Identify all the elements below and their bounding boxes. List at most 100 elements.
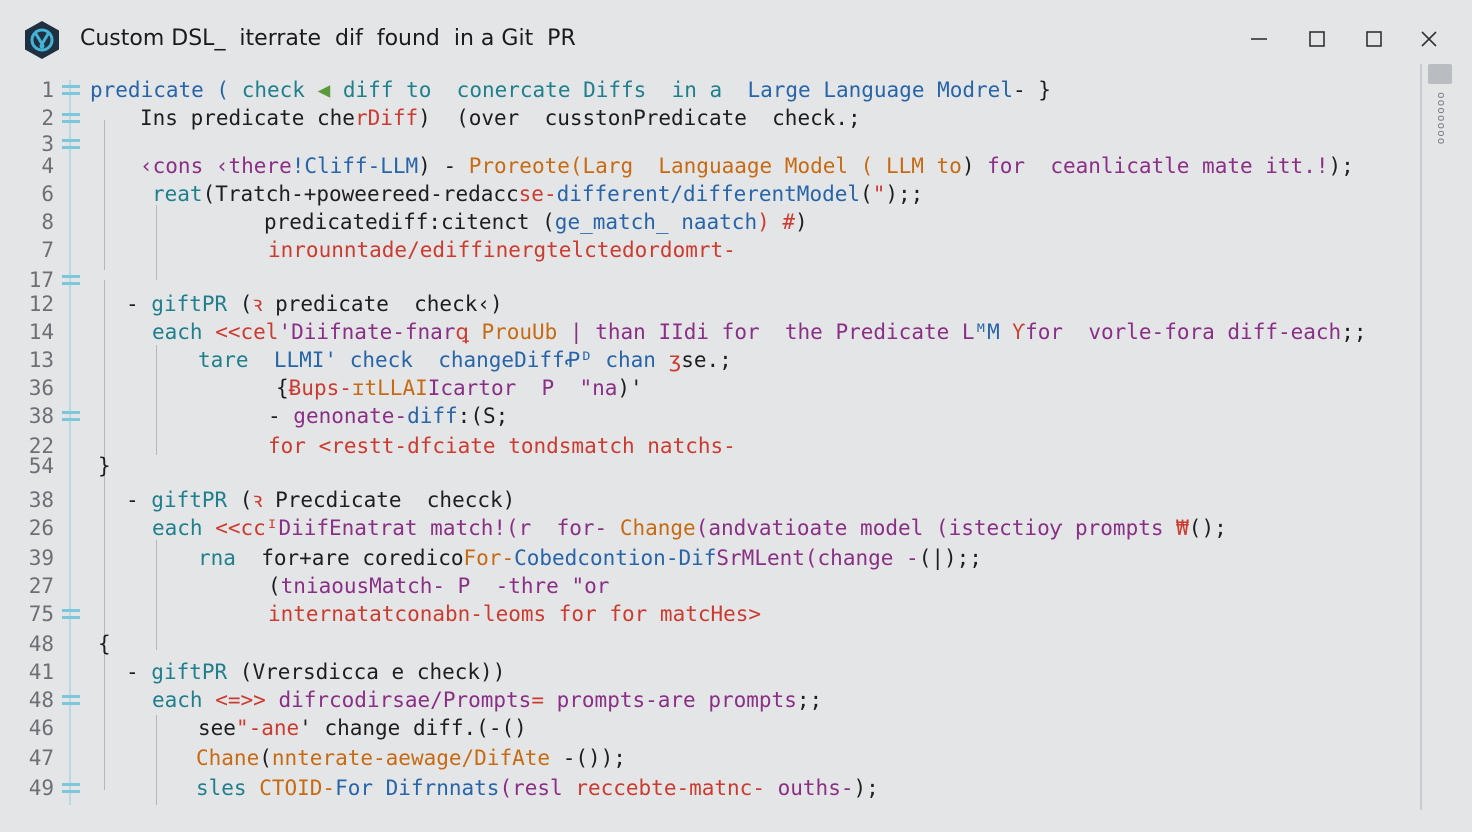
code-token: ‹) [477, 292, 503, 316]
code-token: CTOID- [259, 776, 336, 800]
code-line[interactable]: Chane(nnterate-aewage/DifAte -()); [196, 744, 626, 772]
line-number: 54 [28, 454, 54, 478]
line-number: 7 [41, 238, 54, 262]
code-line[interactable]: inrounntade/ediffinergtelctedordomrt- [268, 236, 736, 264]
code-line[interactable]: } [98, 452, 111, 480]
code-token: ᴹM [974, 320, 1013, 344]
code-token: Proreote(Larg Languaage Model ( LLM to [468, 154, 962, 178]
code-token: e-matnc- [663, 776, 765, 800]
code-token: reat [152, 182, 203, 206]
maximize-button[interactable] [1357, 22, 1391, 56]
code-token: ᴵ [265, 516, 279, 540]
code-line[interactable]: predicatediff:citenct (ge_match_ naatch)… [264, 208, 808, 236]
code-line[interactable]: each <<cel'Diifnate-fnarꝗ ProuUb | than … [152, 318, 1367, 346]
line-number: 14 [28, 320, 54, 344]
line-number: 4 [41, 154, 54, 178]
code-token: - [126, 292, 152, 316]
code-line[interactable]: rna for+are coredicoFor-Cobedcontion-Dif… [198, 544, 982, 572]
code-token: ' change diff. [299, 716, 477, 740]
code-token: tniaousMatch- [280, 574, 446, 598]
code-token: each [152, 320, 216, 344]
code-token: nnterate-aewage [271, 746, 462, 770]
close-button[interactable] [1412, 22, 1446, 56]
code-token: <<cel [215, 320, 279, 344]
code-token: - [126, 660, 152, 684]
minimap-thumb[interactable] [1428, 64, 1452, 84]
code-token: genonate- [293, 404, 408, 428]
fold-marker-icon[interactable] [62, 780, 80, 796]
code-token: Large Language Modrel [747, 78, 1013, 102]
code-token: - } [1012, 78, 1051, 102]
code-token: Ƀups- [288, 376, 352, 400]
fold-marker-icon[interactable] [62, 272, 80, 288]
code-line[interactable]: predicate ( check ◀ diff to conercate Di… [90, 76, 1051, 104]
code-token: LLMI' check changeDiffꝒ [273, 348, 581, 372]
code-token: se.; [681, 348, 732, 372]
code-line[interactable]: - giftPR (ꝛ predicate check‹) [126, 290, 503, 318]
code-line[interactable]: tare LLMI' check changeDiffꝒᴰ chan ʒse.; [198, 346, 732, 374]
indent-guide [156, 205, 157, 280]
code-line[interactable]: (tniaousMatch- P -thre "or [268, 572, 609, 600]
code-line[interactable]: Ins predicate cherDiff) (over cusstonPre… [140, 104, 861, 132]
code-token: { [98, 632, 111, 656]
fold-marker-icon[interactable] [62, 136, 80, 152]
code-token: ); [853, 776, 879, 800]
fold-marker-icon[interactable] [62, 82, 80, 98]
code-token: ouths- [764, 776, 854, 800]
fold-marker-icon[interactable] [62, 408, 80, 424]
restore-button[interactable] [1300, 22, 1334, 56]
code-line[interactable]: - giftPR (Vrersdicca e check)) [126, 658, 505, 686]
code-token: for <restt-dfciate tondsmatch natchs- [268, 434, 736, 458]
code-token: ); [600, 746, 626, 770]
line-number: 36 [28, 376, 54, 400]
code-token: !Cliff-LLM [291, 154, 419, 178]
code-line[interactable]: sles CTOID-For Difrnnats(resl reccebte-m… [196, 774, 879, 802]
line-number: 47 [28, 746, 54, 770]
code-line[interactable]: reat(Tratch-+poweereed-redaccse-differen… [152, 180, 923, 208]
code-line[interactable]: for <restt-dfciate tondsmatch natchs- [268, 432, 736, 460]
vertical-scrollbar[interactable] [1420, 64, 1422, 810]
code-token: Ƴ [1012, 320, 1026, 344]
line-number: 46 [28, 716, 54, 740]
code-token: (|);; [918, 546, 982, 570]
fold-marker-icon[interactable] [62, 110, 80, 126]
minimap-label: ooooooo [1435, 92, 1448, 146]
line-number: 26 [28, 516, 54, 540]
code-token: (-() [476, 716, 527, 740]
code-token: ) [961, 154, 988, 178]
code-line[interactable]: ‹cons ‹there!Cliff-LLM) - Proreote(Larg … [140, 152, 1354, 180]
line-number: 6 [41, 182, 54, 206]
minimize-icon [1251, 38, 1267, 40]
code-token: prompts-are prompts [556, 688, 797, 712]
code-token: ) (over cusstonPredicate check.; [418, 106, 861, 130]
title-bar: Custom DSL_ iterrate dif found in a Git … [0, 0, 1472, 76]
code-line[interactable]: each <<ccᴵDiifEnatrat match!(r for- Chan… [152, 514, 1227, 542]
code-token: );; [885, 182, 924, 206]
code-line[interactable]: {Ƀups-ɪtLLAIIcartor P "na)' [276, 374, 643, 402]
code-token: ( [860, 182, 873, 206]
indent-guide [104, 280, 105, 790]
code-token: ) [587, 746, 601, 770]
line-number: 48 [28, 688, 54, 712]
fold-marker-icon[interactable] [62, 692, 80, 708]
code-token: Chane [196, 746, 260, 770]
code-token: - [268, 404, 294, 428]
code-line[interactable]: - genonate-diff:(S; [268, 402, 508, 430]
code-token: rna [198, 546, 262, 570]
code-line[interactable]: internatatconabn-leoms for for matcHes> [268, 600, 761, 628]
code-token: diff [407, 404, 458, 428]
code-token: ◀ [317, 78, 343, 102]
code-token: ;; [1341, 320, 1367, 344]
code-line[interactable]: see"-ane' change diff.(-() [198, 714, 527, 742]
code-line[interactable]: each <=>> difrcodirsae/Prompts= prompts-… [152, 686, 822, 714]
code-token: Icartor P [427, 376, 580, 400]
code-token: /DifAte [461, 746, 551, 770]
line-number: 49 [28, 776, 54, 800]
code-token: different/differentModel [556, 182, 861, 206]
code-line[interactable]: - giftPR (ꝛ Precdicate checck) [126, 486, 515, 514]
code-line[interactable]: { [98, 630, 111, 658]
code-token: } [98, 454, 111, 478]
minimize-button[interactable] [1242, 22, 1276, 56]
app-logo-icon [22, 20, 62, 60]
fold-marker-icon[interactable] [62, 606, 80, 622]
